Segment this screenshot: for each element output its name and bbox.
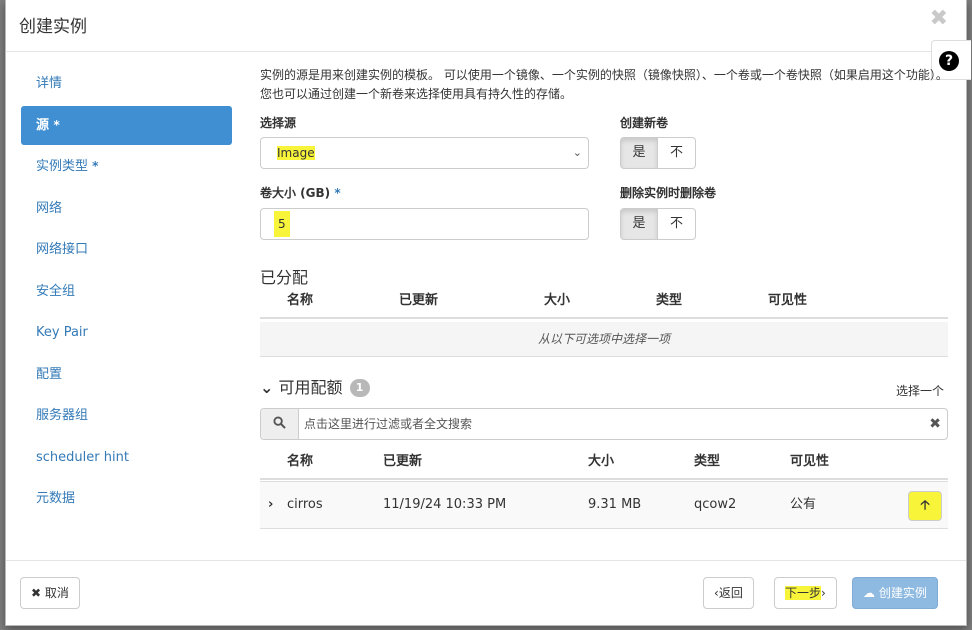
next-button[interactable]: 下一步› <box>774 577 837 609</box>
cancel-label: 取消 <box>44 586 69 600</box>
new-volume-no-button[interactable]: 不 <box>658 137 696 169</box>
column-header: 类型 <box>656 293 683 308</box>
allocated-title: 已分配 <box>260 268 309 287</box>
column-header: 已更新 <box>399 293 439 308</box>
volume-size-value: 5 <box>274 211 290 237</box>
available-count-badge: 1 <box>349 379 370 397</box>
available-table-header: 名称 已更新 大小 类型 可见性 <box>260 448 948 480</box>
table-row[interactable]: › cirros 11/19/24 10:33 PM 9.31 MB qcow2… <box>260 481 948 529</box>
sidebar-item-flavor[interactable]: 实例类型 * <box>21 147 232 186</box>
column-header: 可见性 <box>790 454 830 469</box>
allocated-table-header: 名称 已更新 大小 类型 可见性 <box>260 287 948 319</box>
sidebar-item-network-ports[interactable]: 网络接口 <box>21 230 232 269</box>
search-bar: 点击这里进行过滤或者全文搜索 ✖ <box>260 408 948 440</box>
sidebar-item-label: 实例类型 <box>36 159 89 174</box>
sidebar-item-label: Key Pair <box>36 325 88 340</box>
new-volume-yes-button[interactable]: 是 <box>620 137 658 169</box>
delete-volume-toggle: 是 不 <box>620 208 696 240</box>
chevron-right-icon: › <box>821 586 826 600</box>
chevron-down-icon: ⌄ <box>572 146 582 159</box>
row-visibility: 公有 <box>790 497 817 512</box>
delete-volume-yes-button[interactable]: 是 <box>620 208 658 240</box>
column-header: 名称 <box>287 454 314 469</box>
sidebar-item-label: 元数据 <box>36 491 76 506</box>
source-select[interactable]: Image ⌄ <box>260 137 589 169</box>
back-label: 返回 <box>718 586 743 600</box>
volume-size-input[interactable]: 5 <box>260 208 589 240</box>
volume-size-label-text: 卷大小 (GB) <box>260 186 331 200</box>
row-type: qcow2 <box>694 497 737 512</box>
back-button[interactable]: ‹返回 <box>703 577 754 609</box>
column-header: 大小 <box>544 293 571 308</box>
required-marker: * <box>334 186 341 200</box>
delete-volume-label: 删除实例时删除卷 <box>620 186 717 200</box>
volume-size-label: 卷大小 (GB) * <box>260 184 341 201</box>
allocate-button[interactable]: 🡡 <box>908 491 942 521</box>
sidebar-item-networks[interactable]: 网络 <box>21 189 232 228</box>
delete-volume-no-button[interactable]: 不 <box>658 208 696 240</box>
expand-chevron-icon[interactable]: › <box>268 482 273 528</box>
row-updated: 11/19/24 10:33 PM <box>383 497 507 512</box>
column-header: 名称 <box>287 293 314 308</box>
create-instance-button[interactable]: ☁ 创建实例 <box>852 577 938 609</box>
cloud-upload-icon: ☁ <box>863 586 875 600</box>
sidebar-item-metadata[interactable]: 元数据 <box>21 479 232 518</box>
create-label: 创建实例 <box>878 586 927 600</box>
available-title[interactable]: ⌄ 可用配额 1 <box>260 374 370 398</box>
sidebar-item-source[interactable]: 源 * <box>21 105 232 145</box>
close-icon[interactable]: ✖ <box>930 8 948 30</box>
sidebar-item-label: 安全组 <box>36 283 76 299</box>
sidebar-item-label: 配置 <box>36 366 63 382</box>
search-input[interactable]: 点击这里进行过滤或者全文搜索 <box>304 409 472 439</box>
modal-title: 创建实例 <box>19 17 87 37</box>
sidebar-item-key-pair[interactable]: Key Pair <box>21 313 232 352</box>
sidebar-item-label: 网络 <box>36 200 63 216</box>
sidebar-item-label: scheduler hint <box>36 449 129 465</box>
modal-footer: ✖ 取消 ‹返回 下一步› ☁ 创建实例 <box>6 560 966 626</box>
sidebar-item-details[interactable]: 详情 <box>21 64 232 103</box>
available-title-text: 可用配额 <box>278 378 343 397</box>
new-volume-label: 创建新卷 <box>620 116 669 130</box>
select-one-text: 选择一个 <box>896 384 945 398</box>
sidebar-item-server-groups[interactable]: 服务器组 <box>21 396 232 435</box>
sidebar-item-label: 详情 <box>36 76 63 91</box>
required-marker: * <box>92 159 99 173</box>
clear-icon[interactable]: ✖ <box>929 409 941 439</box>
help-text: 实例的源是用来创建实例的模板。 可以使用一个镜像、一个实例的快照（镜像快照）、一… <box>260 68 948 101</box>
close-icon: ✖ <box>31 586 42 600</box>
next-label: 下一步 <box>785 586 822 600</box>
column-header: 已更新 <box>383 454 423 469</box>
row-name: cirros <box>287 497 323 512</box>
arrow-up-icon: 🡡 <box>920 498 930 513</box>
wizard-sidebar: 详情 源 * 实例类型 * 网络 网络接口 安全组 Key Pair 配置 服务… <box>21 64 232 521</box>
sidebar-item-security-groups[interactable]: 安全组 <box>21 272 232 311</box>
column-header: 可见性 <box>768 293 808 308</box>
chevron-down-icon: ⌄ <box>260 378 274 397</box>
source-label: 选择源 <box>260 116 297 130</box>
row-size: 9.31 MB <box>588 497 642 512</box>
sidebar-item-label: 源 <box>36 117 50 133</box>
new-volume-toggle: 是 不 <box>620 137 696 169</box>
search-icon <box>261 409 299 439</box>
sidebar-item-scheduler-hint[interactable]: scheduler hint <box>21 438 232 477</box>
sidebar-item-label: 服务器组 <box>36 408 89 423</box>
modal-header: 创建实例 ✖ <box>6 0 966 52</box>
sidebar-item-configuration[interactable]: 配置 <box>21 355 232 394</box>
source-select-value: Image <box>277 146 315 160</box>
column-header: 类型 <box>694 454 721 469</box>
column-header: 大小 <box>588 454 615 469</box>
required-marker: * <box>53 117 60 132</box>
cancel-button[interactable]: ✖ 取消 <box>20 577 80 609</box>
allocated-empty-row: 从以下可选项中选择一项 <box>260 322 948 357</box>
sidebar-item-label: 网络接口 <box>36 242 89 257</box>
create-instance-modal: 创建实例 ✖ ? 详情 源 * 实例类型 * 网络 网络接口 安全组 Key P… <box>5 0 971 626</box>
